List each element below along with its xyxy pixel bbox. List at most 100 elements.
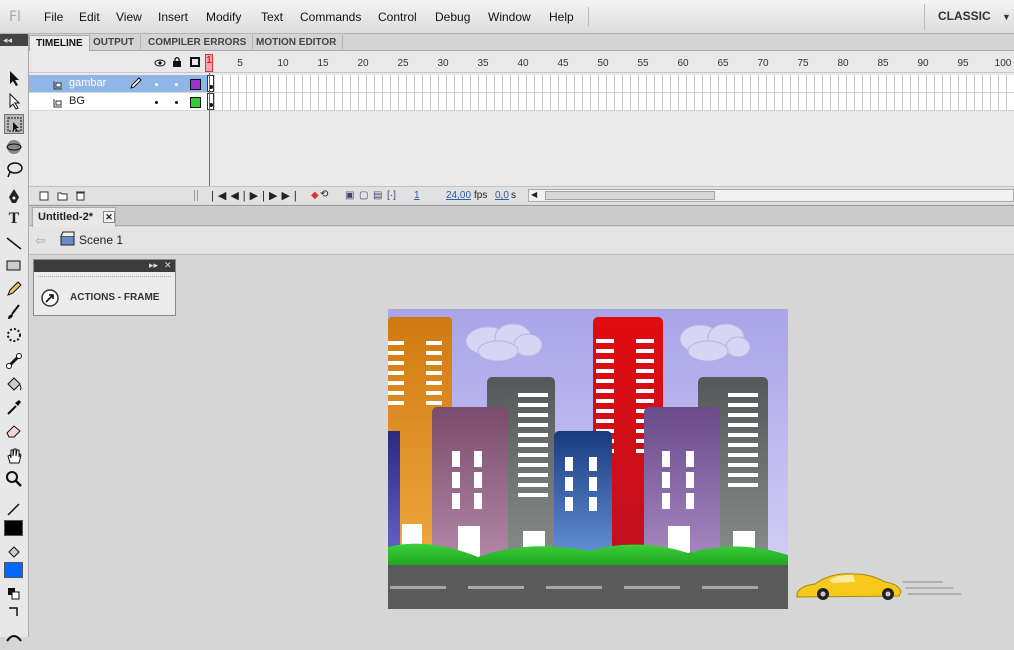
free-transform-tool-icon[interactable] (4, 114, 24, 134)
eraser-tool-icon[interactable] (4, 420, 24, 440)
step-forward-icon[interactable]: |▶ (262, 190, 281, 202)
scroll-left-icon[interactable]: ◀ (531, 190, 537, 199)
menu-control[interactable]: Control (378, 10, 417, 24)
pencil-tool-icon[interactable] (4, 279, 24, 299)
swap-colors-icon[interactable] (4, 602, 24, 622)
frame-number: 80 (837, 58, 849, 69)
brush-tool-icon[interactable] (4, 302, 24, 322)
layer-row-gambar[interactable]: gambar (29, 75, 207, 93)
menu-file[interactable]: File (44, 10, 63, 24)
paint-bucket-tool-icon[interactable] (4, 374, 24, 394)
car-symbol[interactable] (793, 570, 963, 606)
outline-icon[interactable] (190, 57, 200, 67)
scrollbar-thumb[interactable] (545, 191, 715, 200)
onion-skin-icon[interactable]: ▣ (345, 190, 354, 201)
delete-icon[interactable] (75, 190, 86, 204)
loop-icon[interactable]: ⟲ (320, 189, 328, 200)
empty-frames-area (207, 111, 1014, 186)
horizontal-scrollbar[interactable]: ◀ (528, 189, 1014, 202)
rectangle-tool-icon[interactable] (4, 256, 24, 276)
go-to-first-frame-icon[interactable]: |◀ (211, 190, 230, 202)
frame-number: 75 (797, 58, 809, 69)
workspace-switcher[interactable]: CLASSIC ▼ (924, 4, 1014, 30)
frame-number: 60 (677, 58, 689, 69)
resize-handle[interactable] (194, 190, 198, 201)
pen-tool-icon[interactable] (4, 187, 24, 207)
layer-name[interactable]: gambar (69, 77, 106, 89)
eyedropper-tool-icon[interactable] (4, 397, 24, 417)
menu-insert[interactable]: Insert (158, 10, 188, 24)
menu-edit[interactable]: Edit (79, 10, 100, 24)
menu-debug[interactable]: Debug (435, 10, 470, 24)
grip[interactable] (38, 276, 171, 280)
frame-number: 15 (317, 58, 329, 69)
menu-view[interactable]: View (116, 10, 142, 24)
layer-name[interactable]: BG (69, 95, 85, 107)
line-tool-icon[interactable] (4, 233, 24, 253)
lasso-tool-icon[interactable] (4, 160, 24, 180)
snap-to-objects-icon[interactable] (4, 627, 24, 647)
tools-panel-header[interactable]: ◂◂ (0, 34, 28, 46)
lock-icon[interactable] (172, 56, 182, 70)
playhead[interactable]: 1 (205, 54, 213, 72)
play-icon[interactable]: ▶ (250, 190, 262, 202)
current-frame-value[interactable]: 1 (414, 190, 420, 201)
layer-color-swatch[interactable] (190, 79, 201, 90)
frames-row-gambar[interactable] (207, 75, 1014, 93)
frame-ruler[interactable]: 1 5 10 15 20 25 30 35 40 45 50 55 60 65 … (29, 51, 1014, 73)
bone-tool-icon[interactable] (4, 351, 24, 371)
scene-name[interactable]: Scene 1 (79, 233, 123, 247)
frames-row-bg[interactable] (207, 93, 1014, 111)
modify-markers-icon[interactable]: [·] (387, 190, 396, 201)
timeline-controls: |◀◀|▶|▶▶| ◆ ⟲ ▣ ▢ ▤ [·] 1 24,00 fps 0,0 … (29, 186, 1014, 204)
back-arrow-icon[interactable]: ⇦ (35, 233, 46, 249)
fps-value[interactable]: 24,00 (446, 190, 471, 201)
visibility-dot[interactable] (155, 101, 158, 104)
menu-modify[interactable]: Modify (206, 10, 241, 24)
actions-panel-header[interactable]: ▸▸ ✕ (34, 260, 175, 272)
menu-text[interactable]: Text (261, 10, 283, 24)
center-frame-icon[interactable]: ◆ (311, 190, 319, 201)
menu-window[interactable]: Window (488, 10, 531, 24)
black-and-white-icon[interactable] (4, 584, 24, 604)
time-value[interactable]: 0,0 (495, 190, 509, 201)
close-icon[interactable]: ✕ (103, 211, 115, 223)
tab-compiler-errors[interactable]: COMPILER ERRORS (142, 35, 254, 51)
deco-tool-icon[interactable] (4, 325, 24, 345)
tab-output[interactable]: OUTPUT (87, 35, 142, 51)
stage-canvas[interactable] (388, 309, 788, 609)
new-layer-icon[interactable] (39, 190, 50, 204)
hand-tool-icon[interactable] (4, 446, 24, 466)
new-folder-icon[interactable] (57, 190, 68, 204)
city-scene-illustration (388, 309, 788, 609)
edit-multiple-frames-icon[interactable]: ▤ (373, 190, 382, 201)
onion-skin-outlines-icon[interactable]: ▢ (359, 190, 368, 201)
tab-timeline[interactable]: TIMELINE (29, 35, 90, 51)
selection-tool-icon[interactable] (4, 68, 24, 88)
step-back-icon[interactable]: ◀| (230, 190, 249, 202)
frame-number: 45 (557, 58, 569, 69)
3d-rotation-tool-icon[interactable] (4, 137, 24, 157)
tab-motion-editor[interactable]: MOTION EDITOR (250, 35, 344, 51)
subselection-tool-icon[interactable] (4, 91, 24, 111)
zoom-tool-icon[interactable] (4, 469, 24, 489)
lock-dot[interactable] (175, 101, 178, 104)
stroke-color-swatch[interactable] (4, 520, 23, 536)
close-icon[interactable]: ✕ (164, 260, 172, 271)
actions-panel: ▸▸ ✕ ACTIONS - FRAME (33, 259, 176, 316)
document-tab[interactable]: Untitled-2* ✕ (32, 207, 116, 227)
fps-label: fps (474, 190, 488, 201)
visibility-dot[interactable] (155, 83, 158, 86)
expand-icon[interactable]: ▸▸ (149, 260, 158, 271)
go-to-last-frame-icon[interactable]: ▶| (281, 190, 300, 202)
panel-tabs: TIMELINE OUTPUT COMPILER ERRORS MOTION E… (29, 34, 1014, 51)
actions-panel-title[interactable]: ACTIONS - FRAME (70, 292, 159, 303)
eye-icon[interactable] (154, 57, 166, 71)
layer-row-bg[interactable]: BG (29, 93, 207, 111)
text-tool-icon[interactable]: T (4, 210, 24, 230)
menu-commands[interactable]: Commands (300, 10, 361, 24)
layer-color-swatch[interactable] (190, 97, 201, 108)
menu-help[interactable]: Help (549, 10, 574, 24)
lock-dot[interactable] (175, 83, 178, 86)
fill-color-swatch[interactable] (4, 562, 23, 578)
